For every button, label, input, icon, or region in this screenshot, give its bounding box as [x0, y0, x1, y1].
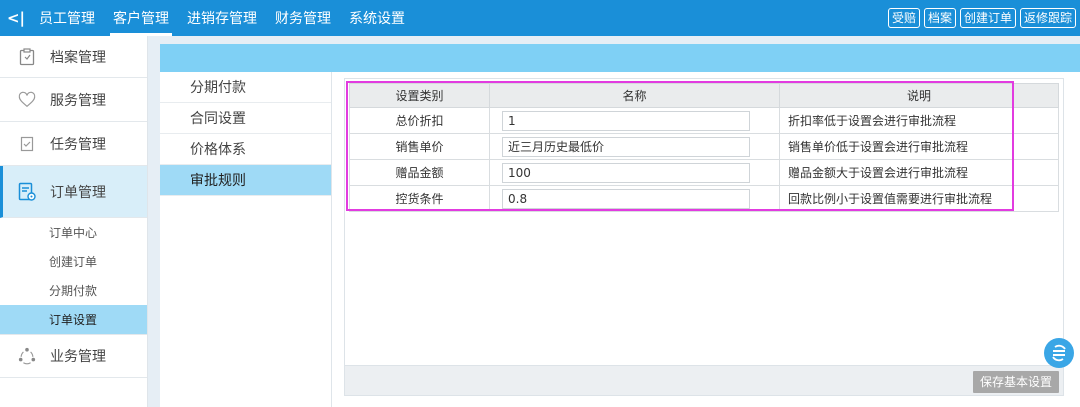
table-row: 销售单价 近三月历史最低价 销售单价低于设置会进行审批流程	[349, 133, 1059, 160]
table-row: 控货条件 0.8 回款比例小于设置值需要进行审批流程	[349, 185, 1059, 212]
sidebar-item-task[interactable]: 任务管理	[0, 122, 147, 166]
sidebar-subitem-create-order[interactable]: 创建订单	[0, 247, 147, 276]
table-header-row: 设置类别 名称 说明	[349, 83, 1059, 108]
description-cell: 销售单价低于设置会进行审批流程	[779, 133, 1059, 160]
sidebar-subitem-order-center[interactable]: 订单中心	[0, 218, 147, 247]
approval-rules-content: 设置类别 名称 说明 总价折扣 1 折扣率低于设置会进行审批流程 销售单价 近三…	[344, 78, 1064, 396]
category-cell: 控货条件	[349, 185, 490, 212]
create-order-button[interactable]: 创建订单	[959, 8, 1016, 28]
table-row: 总价折扣 1 折扣率低于设置会进行审批流程	[349, 107, 1059, 134]
value-cell: 1	[489, 107, 780, 134]
category-cell: 赠品金额	[349, 159, 490, 186]
unit-price-input[interactable]: 近三月历史最低价	[502, 136, 750, 157]
submenu-installment[interactable]: 分期付款	[160, 72, 331, 103]
sidebar-item-order[interactable]: 订单管理	[0, 166, 147, 218]
content-banner	[160, 44, 1080, 72]
collapse-sidebar-icon[interactable]: <|	[0, 0, 32, 36]
sidebar-subitem-installment[interactable]: 分期付款	[0, 276, 147, 305]
column-header-category: 设置类别	[349, 83, 490, 108]
category-cell: 总价折扣	[349, 107, 490, 134]
sidebar-item-business[interactable]: 业务管理	[0, 334, 147, 378]
heart-icon	[18, 91, 36, 109]
sidebar-item-label: 任务管理	[50, 136, 106, 153]
main-nav: 员工管理 客户管理 进销存管理 财务管理 系统设置	[32, 0, 416, 36]
value-cell: 100	[489, 159, 780, 186]
column-header-description: 说明	[779, 83, 1059, 108]
settings-submenu: 分期付款 合同设置 价格体系 审批规则	[160, 72, 332, 407]
save-settings-button[interactable]: 保存基本设置	[972, 371, 1059, 393]
nav-inventory[interactable]: 进销存管理	[180, 0, 264, 36]
sidebar: 档案管理 服务管理 任务管理 订单管理 订单中心 创建订单 分期付款 订单设置 …	[0, 36, 148, 407]
sidebar-item-label: 订单管理	[50, 184, 106, 201]
nav-system[interactable]: 系统设置	[342, 0, 412, 36]
value-cell: 近三月历史最低价	[489, 133, 780, 160]
sidebar-item-archive[interactable]: 档案管理	[0, 36, 147, 78]
nav-finance[interactable]: 财务管理	[268, 0, 338, 36]
total-discount-input[interactable]: 1	[502, 110, 750, 131]
sidebar-item-label: 服务管理	[50, 92, 106, 109]
sidebar-item-label: 业务管理	[50, 349, 106, 365]
float-action-icon[interactable]	[1044, 338, 1074, 368]
description-cell: 赠品金额大于设置会进行审批流程	[779, 159, 1059, 186]
repair-tracking-button[interactable]: 返修跟踪	[1019, 8, 1076, 28]
goods-control-input[interactable]: 0.8	[502, 188, 750, 209]
quick-actions: 受赔 档案 创建订单 返修跟踪	[887, 8, 1076, 28]
claim-button[interactable]: 受赔	[887, 8, 920, 28]
description-cell: 回款比例小于设置值需要进行审批流程	[779, 185, 1059, 212]
sidebar-item-service[interactable]: 服务管理	[0, 78, 147, 122]
business-icon	[18, 347, 36, 365]
table-row: 赠品金额 100 赠品金额大于设置会进行审批流程	[349, 159, 1059, 186]
category-cell: 销售单价	[349, 133, 490, 160]
content-footer: 保存基本设置	[345, 365, 1063, 395]
submenu-contract[interactable]: 合同设置	[160, 103, 331, 134]
gift-amount-input[interactable]: 100	[502, 162, 750, 183]
sidebar-item-label: 档案管理	[50, 49, 106, 66]
sidebar-subitem-order-settings[interactable]: 订单设置	[0, 305, 147, 334]
approval-rules-table: 设置类别 名称 说明 总价折扣 1 折扣率低于设置会进行审批流程 销售单价 近三…	[349, 83, 1059, 212]
task-icon	[18, 135, 36, 153]
clipboard-icon	[18, 47, 36, 66]
value-cell: 0.8	[489, 185, 780, 212]
top-navbar: <| 员工管理 客户管理 进销存管理 财务管理 系统设置 受赔 档案 创建订单 …	[0, 0, 1080, 36]
submenu-price-system[interactable]: 价格体系	[160, 134, 331, 165]
nav-employee[interactable]: 员工管理	[32, 0, 102, 36]
description-cell: 折扣率低于设置会进行审批流程	[779, 107, 1059, 134]
column-header-name: 名称	[489, 83, 780, 108]
nav-customer[interactable]: 客户管理	[106, 0, 176, 36]
archive-button[interactable]: 档案	[923, 8, 956, 28]
order-icon	[18, 182, 36, 201]
layout-gap	[148, 36, 160, 407]
submenu-approval-rules[interactable]: 审批规则	[160, 165, 331, 196]
